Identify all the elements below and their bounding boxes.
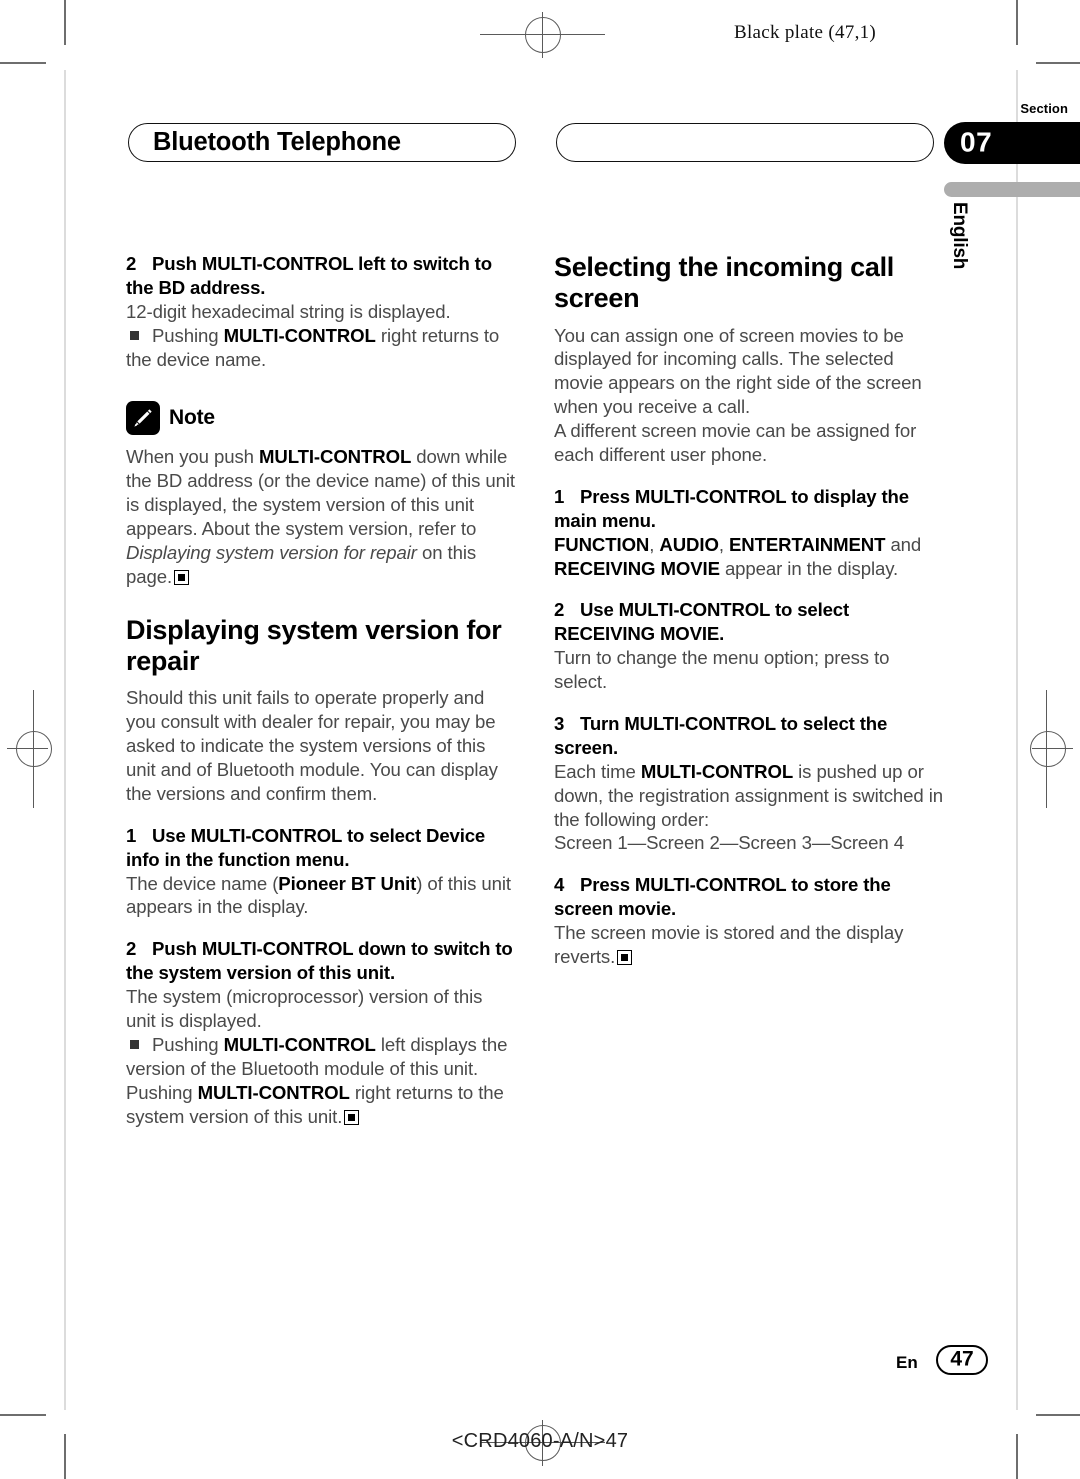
trim-rule-left [64,70,66,1410]
language-gray-bar [944,182,1080,197]
right-step-4-body: The screen movie is stored and the displ… [554,921,944,969]
right-step-1-heading-text: Press MULTI-CONTROL to display the main … [554,485,909,531]
end-mark-icon [344,1109,360,1125]
language-tab-label: English [949,202,970,270]
crop-mark-top-left-horizontal [0,62,46,64]
note-block: Note When you push MULTI-CONTROL down wh… [126,401,516,588]
running-head-left: Bluetooth Telephone [128,123,516,162]
right-step-1-body: FUNCTION, AUDIO, ENTERTAINMENT and RECEI… [554,533,944,581]
crop-mark-top-left-vertical [64,0,66,45]
left-step-2b-bullet: Pushing MULTI-CONTROL left displays the … [126,1033,516,1129]
section-number-tab: 07 [944,122,1080,164]
trim-rule-right [1016,70,1018,1410]
sep-1: , [649,533,660,555]
left-step-2b-bullet-a: Pushing [152,1033,224,1055]
right-step-4-heading: 4 Press MULTI-CONTROL to store the screen… [554,873,944,921]
note-text-italic: Displaying system version for repair [126,542,417,564]
footer-page-number-badge: 47 [936,1345,988,1375]
right-step-4-body-text: The screen movie is stored and the displ… [554,922,904,968]
section-label: Section [1020,101,1068,116]
end-mark-icon [174,569,190,585]
menu-item-function: FUNCTION [554,533,650,555]
note-text-bold: MULTI-CONTROL [258,446,412,468]
language-tab: English [944,200,974,320]
sep-2: , [718,533,729,555]
registration-mark-right [1030,690,1078,808]
left-step-1-body-bold: Pioneer BT Unit [278,872,417,894]
right-step-4-number: 4 [554,874,565,896]
right-step-3-body: Each time MULTI-CONTROL is pushed up or … [554,760,944,832]
menu-item-entertainment: ENTERTAINMENT [728,533,886,555]
right-step-2-heading: 2 Use MULTI-CONTROL to select RECEIVING M… [554,598,944,646]
left-step-2b-heading-text: Push MULTI-CONTROL down to switch to the… [126,938,513,984]
left-step-1-heading-text: Use MULTI-CONTROL to select Device info … [126,824,486,870]
note-text: When you push MULTI-CONTROL down while t… [126,445,516,588]
right-column: Selecting the incoming call screen You c… [554,252,944,969]
left-step-2-bullet: Pushing MULTI-CONTROL right returns to t… [126,324,516,372]
right-step-1-number: 1 [554,485,565,507]
left-step-1-number: 1 [126,824,137,846]
bullet-square-icon [130,330,139,340]
right-step-1-heading: 1 Press MULTI-CONTROL to display the main… [554,485,944,533]
left-step-2b-heading: 2 Push MULTI-CONTROL down to switch to th… [126,937,516,985]
left-step-1-body: The device name (Pioneer BT Unit) of thi… [126,872,516,920]
left-step-2-bullet-text-a: Pushing [152,324,224,346]
right-step-3-number: 3 [554,713,565,734]
menu-item-receiving-movie: RECEIVING MOVIE [554,557,720,579]
left-step-1-heading: 1 Use MULTI-CONTROL to select Device info… [126,824,516,872]
right-step-3-body-bold: MULTI-CONTROL [640,760,794,782]
right-step-3-heading: 3 Turn MULTI-CONTROL to select the screen… [554,712,944,760]
left-step-2b-body: The system (microprocessor) version of t… [126,986,483,1032]
right-step-4-heading-text: Press MULTI-CONTROL to store the screen … [554,874,891,920]
crop-mark-top-right-vertical [1016,0,1018,45]
footer-page-number: 47 [950,1347,974,1371]
left-step-2b-number: 2 [126,938,137,960]
right-intro-2: A different screen movie can be assigned… [554,420,917,465]
right-step-3-body-a: Each time [554,760,641,782]
bullet-square-icon [130,1040,139,1049]
crop-mark-top-right-horizontal [1036,62,1080,64]
left-step-2-bullet-bold: MULTI-CONTROL [223,324,376,346]
running-head-left-title: Bluetooth Telephone [153,127,401,156]
left-step-2-number: 2 [126,253,137,274]
left-step-2-heading-text: Push MULTI-CONTROL left to switch to the… [126,253,492,298]
crop-mark-bottom-left-horizontal [0,1414,46,1416]
note-label: Note [169,406,215,430]
running-head-right [556,123,934,162]
right-step-1-body-mid: and [885,533,922,555]
right-step-3-order: Screen 1—Screen 2—Screen 3—Screen 4 [554,832,904,854]
left-section-heading: Displaying system version for repair [126,614,502,676]
left-section-intro: Should this unit fails to operate proper… [126,687,498,804]
right-step-1-body-end: appear in the display. [719,557,899,579]
manual-page: Black plate (47,1) Bluetooth Telephone S… [0,0,1080,1479]
left-step-2-heading: 2 Push MULTI-CONTROL left to switch to th… [126,252,516,300]
left-step-1-body-a: The device name ( [126,872,279,894]
end-mark-icon [617,950,633,966]
note-text-a: When you push [126,446,259,468]
crop-mark-bottom-right-horizontal [1036,1414,1080,1416]
left-step-2b-bullet-bold-2: MULTI-CONTROL [197,1081,350,1103]
registration-mark-left [2,690,52,808]
left-column: 2 Push MULTI-CONTROL left to switch to th… [126,252,516,1128]
right-step-2-body: Turn to change the menu option; press to… [554,647,890,693]
right-step-2-number: 2 [554,599,565,621]
registration-mark-top [480,12,605,58]
section-number: 07 [960,126,993,158]
right-section-heading: Selecting the incoming call screen [554,252,894,313]
footer-language: En [896,1353,918,1372]
left-step-2-body: 12-digit hexadecimal string is displayed… [126,300,451,322]
note-header: Note [126,401,516,436]
left-step-2b-bullet-bold-1: MULTI-CONTROL [223,1033,376,1055]
right-step-3-heading-text: Turn MULTI-CONTROL to select the screen. [554,713,888,758]
menu-item-audio: AUDIO [659,533,719,555]
pencil-icon [126,401,160,436]
right-step-2-heading-text: Use MULTI-CONTROL to select RECEIVING MO… [554,599,850,645]
footer-document-code: <CRD4060-A/N>47 [451,1430,629,1452]
black-plate-note: Black plate (47,1) [734,22,877,43]
right-intro-1: You can assign one of screen movies to b… [554,324,922,418]
